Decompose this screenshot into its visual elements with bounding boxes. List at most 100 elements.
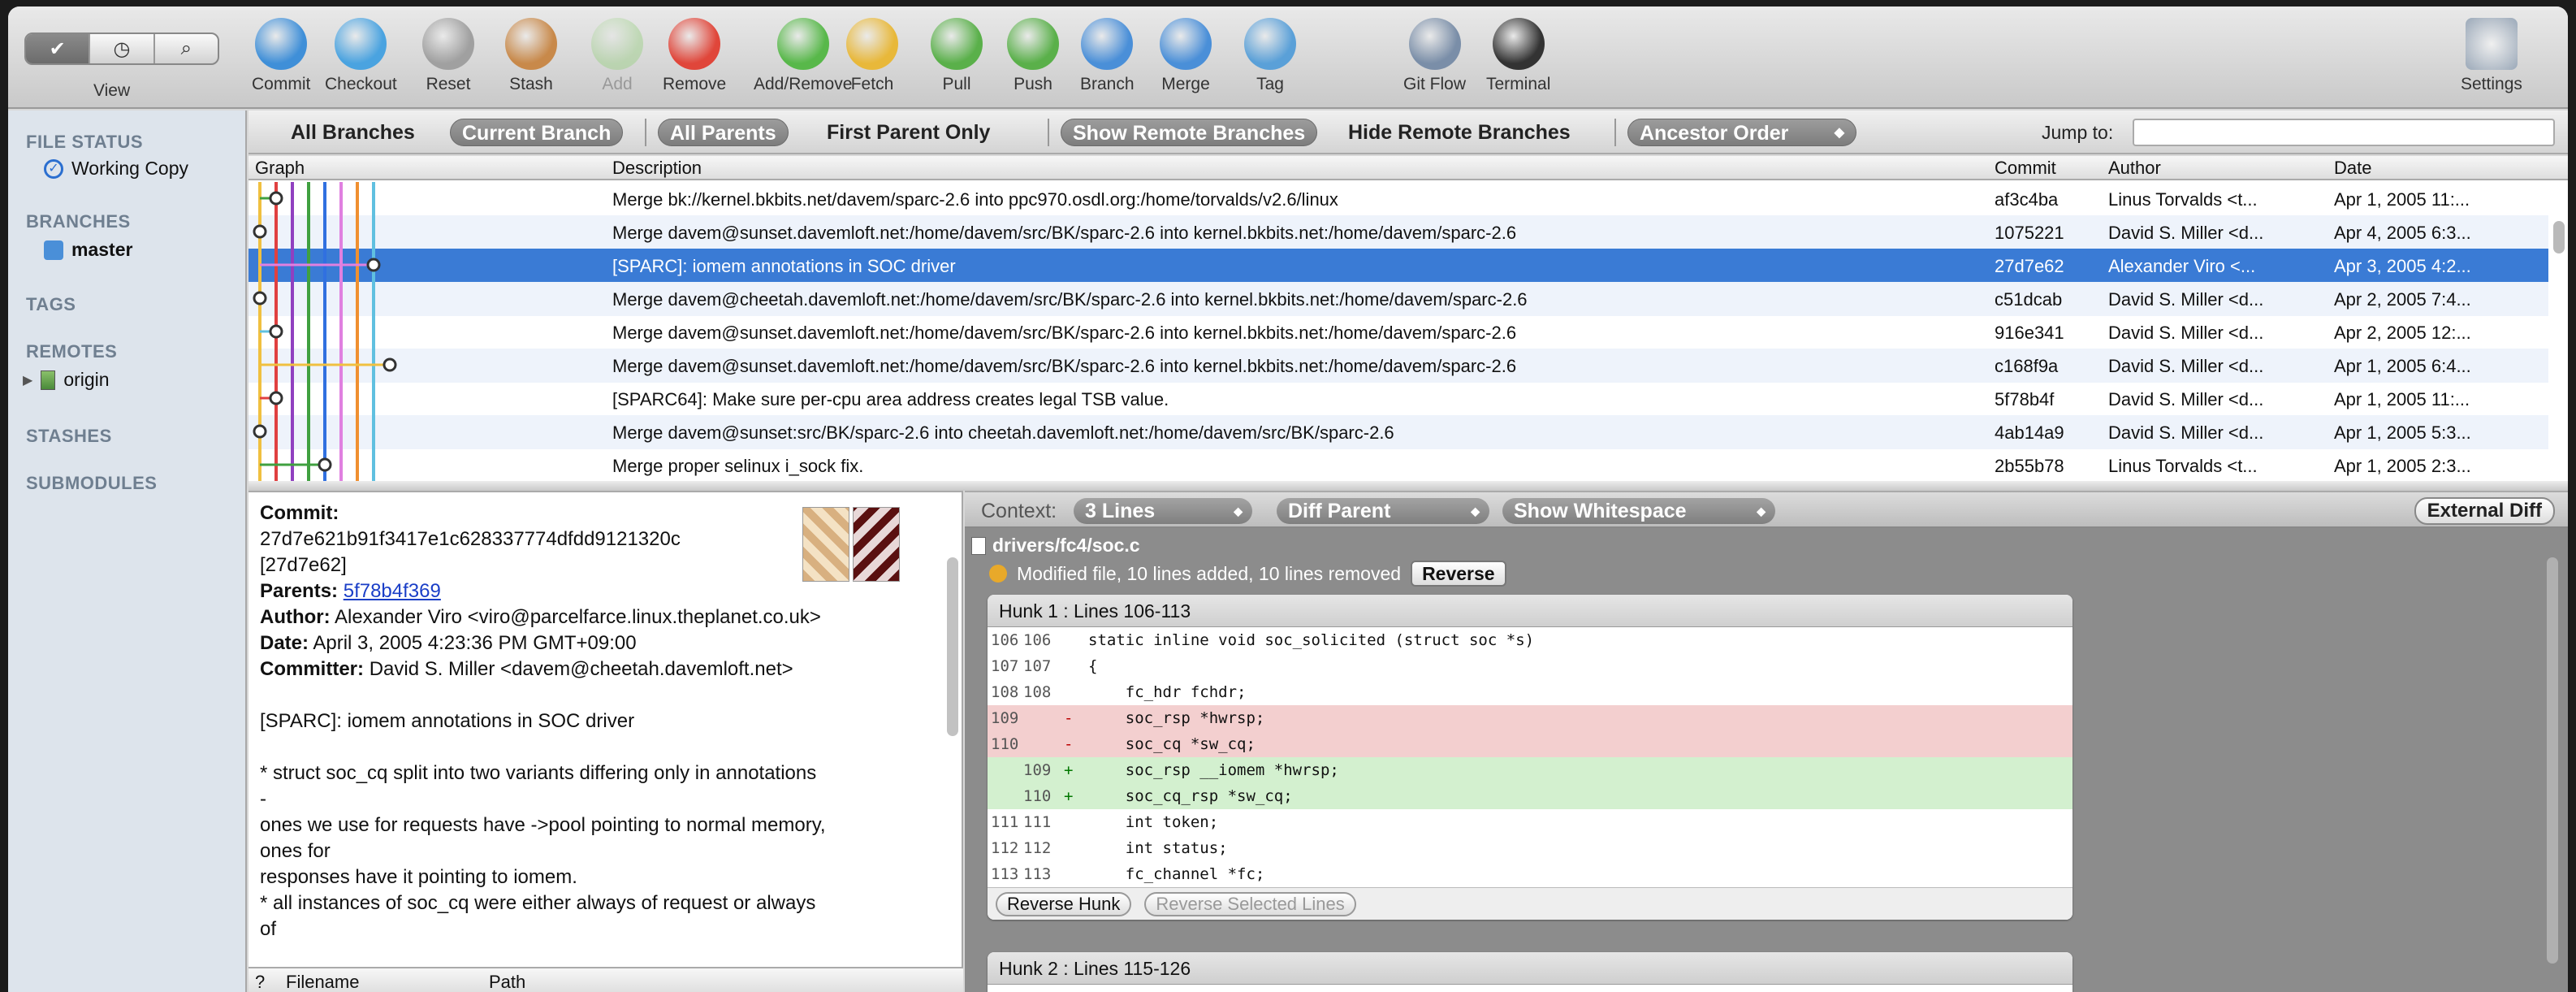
- author-value: Alexander Viro <viro@parcelfarce.linux.t…: [334, 606, 821, 628]
- context-select[interactable]: 3 Lines ◆: [1074, 498, 1252, 524]
- branch-button[interactable]: Branch: [1080, 18, 1135, 94]
- reverse-file-button[interactable]: Reverse: [1411, 561, 1506, 587]
- add-remove-button[interactable]: Add/Remove: [754, 18, 852, 94]
- diff-line[interactable]: 108 108 fc_hdr fchdr;: [988, 679, 2072, 705]
- graph-commit-node[interactable]: [253, 224, 267, 239]
- all-branches-button[interactable]: All Branches: [291, 119, 415, 146]
- remove-button[interactable]: Remove: [663, 18, 726, 94]
- history-row[interactable]: Merge davem@cheetah.davemloft.net:/home/…: [249, 282, 2548, 316]
- committer-value: David S. Miller <davem@cheetah.davemloft…: [369, 658, 793, 680]
- stash-button[interactable]: Stash: [505, 18, 557, 94]
- diff-line[interactable]: 113 113 fc_channel *fc;: [988, 861, 2072, 887]
- pull-button[interactable]: Pull: [931, 18, 983, 94]
- sidebar-item-working-copy[interactable]: ✓ Working Copy: [44, 158, 188, 180]
- column-header-graph[interactable]: Graph: [255, 158, 305, 179]
- details-scrollbar[interactable]: [947, 557, 958, 736]
- diff-line[interactable]: 107 107 {: [988, 653, 2072, 679]
- column-header-commit[interactable]: Commit: [1995, 158, 2056, 179]
- history-row[interactable]: [SPARC]: iomem annotations in SOC driver…: [249, 249, 2548, 283]
- split-divider[interactable]: [249, 481, 2568, 491]
- graph-commit-node[interactable]: [269, 191, 283, 206]
- sidebar-item-origin[interactable]: ▶ origin: [23, 369, 110, 391]
- column-header-filename[interactable]: Filename: [286, 972, 359, 992]
- disclosure-triangle-icon[interactable]: ▶: [23, 372, 32, 388]
- graph-commit-node[interactable]: [269, 391, 283, 405]
- reverse-hunk-button[interactable]: Reverse Hunk: [996, 891, 1132, 916]
- diff-new-line-number: 106: [1023, 631, 1052, 649]
- diff-code: soc_cq *sw_cq;: [1088, 735, 1256, 753]
- history-cell-author: Linus Torvalds <t...: [2108, 456, 2258, 476]
- sidebar-file-status-header[interactable]: FILE STATUS: [26, 132, 143, 153]
- diff-line[interactable]: 112 112 int status;: [988, 835, 2072, 861]
- fetch-button[interactable]: Fetch: [846, 18, 898, 94]
- history-row[interactable]: Merge davem@sunset.davemloft.net:/home/d…: [249, 315, 2548, 349]
- commit-button[interactable]: Commit: [252, 18, 310, 94]
- sidebar-remotes-header[interactable]: REMOTES: [26, 341, 117, 362]
- diff-line[interactable]: 110 + soc_cq_rsp *sw_cq;: [988, 783, 2072, 809]
- column-header-description[interactable]: Description: [612, 158, 702, 179]
- checkout-button[interactable]: Checkout: [325, 18, 397, 94]
- view-segmented-control[interactable]: ✔ ◷ ⌕: [24, 32, 219, 65]
- history-cell-description: Merge bk://kernel.bkbits.net/davem/sparc…: [612, 189, 1338, 210]
- history-row[interactable]: Merge davem@sunset.davemloft.net:/home/d…: [249, 349, 2548, 383]
- all-parents-button[interactable]: All Parents: [658, 119, 789, 146]
- diff-scrollbar[interactable]: [2547, 557, 2558, 964]
- reverse-selected-lines-button[interactable]: Reverse Selected Lines: [1144, 891, 1356, 916]
- add-button[interactable]: Add: [591, 18, 643, 94]
- hide-remote-branches-button[interactable]: Hide Remote Branches: [1348, 119, 1571, 146]
- history-cell-author: David S. Miller <d...: [2108, 356, 2264, 376]
- column-header-path[interactable]: Path: [489, 972, 525, 992]
- external-diff-button[interactable]: External Diff: [2414, 497, 2555, 525]
- history-row[interactable]: [SPARC64]: Make sure per-cpu area addres…: [249, 382, 2548, 416]
- terminal-icon: [1492, 18, 1545, 70]
- view-history-icon[interactable]: ◷: [90, 34, 155, 63]
- history-row[interactable]: Merge davem@sunset.davemloft.net:/home/d…: [249, 215, 2548, 249]
- tag-button[interactable]: Tag: [1244, 18, 1296, 94]
- diff-line[interactable]: 109 + soc_rsp __iomem *hwrsp;: [988, 757, 2072, 783]
- graph-commit-node[interactable]: [269, 324, 283, 339]
- diff-file-header[interactable]: drivers/fc4/soc.c: [971, 535, 1140, 557]
- diff-line[interactable]: 106 106 static inline void soc_solicited (…: [988, 627, 2072, 653]
- toolbar-button-label: Commit: [252, 75, 311, 93]
- sidebar-tags-header[interactable]: TAGS: [26, 294, 76, 315]
- sidebar-stashes-header[interactable]: STASHES: [26, 426, 112, 447]
- diff-line[interactable]: 111 111 int token;: [988, 809, 2072, 835]
- toolbar-button-label: Terminal: [1486, 75, 1551, 93]
- reset-button[interactable]: Reset: [422, 18, 474, 94]
- terminal-button[interactable]: Terminal: [1486, 18, 1550, 94]
- diff-parent-select[interactable]: Diff Parent ◆: [1277, 498, 1489, 524]
- graph-commit-node[interactable]: [383, 357, 397, 372]
- diff-change-marker: -: [1064, 709, 1074, 727]
- first-parent-only-button[interactable]: First Parent Only: [827, 119, 990, 146]
- history-scrollbar[interactable]: [2553, 221, 2565, 253]
- diff-line[interactable]: 109 - soc_rsp *hwrsp;: [988, 705, 2072, 731]
- merge-button[interactable]: Merge: [1160, 18, 1212, 94]
- column-header-author[interactable]: Author: [2108, 158, 2161, 179]
- show-remote-branches-button[interactable]: Show Remote Branches: [1061, 119, 1318, 146]
- parent-link[interactable]: 5f78b4f369: [344, 580, 441, 602]
- git-flow-button[interactable]: Git Flow: [1403, 18, 1466, 94]
- view-check-icon[interactable]: ✔: [26, 34, 91, 63]
- history-row[interactable]: Merge bk://kernel.bkbits.net/davem/sparc…: [249, 182, 2548, 216]
- settings-button[interactable]: Settings: [2461, 18, 2522, 94]
- graph-commit-node[interactable]: [318, 457, 332, 472]
- sidebar-submodules-header[interactable]: SUBMODULES: [26, 473, 157, 494]
- graph-commit-node[interactable]: [366, 258, 381, 272]
- graph-commit-node[interactable]: [253, 291, 267, 305]
- commit-message-line: ones we use for requests have ->pool poi…: [260, 814, 826, 836]
- history-row[interactable]: Merge davem@sunset:src/BK/sparc-2.6 into…: [249, 415, 2548, 449]
- push-button[interactable]: Push: [1007, 18, 1059, 94]
- sidebar-branches-header[interactable]: BRANCHES: [26, 211, 131, 232]
- jump-to-input[interactable]: [2133, 119, 2555, 146]
- view-search-icon[interactable]: ⌕: [155, 34, 218, 63]
- current-branch-button[interactable]: Current Branch: [450, 119, 624, 146]
- history-row[interactable]: Merge proper selinux i_sock fix. 2b55b78 L…: [249, 448, 2548, 481]
- graph-commit-node[interactable]: [253, 424, 267, 439]
- updown-arrows-icon: ◆: [1234, 505, 1243, 518]
- column-header-date[interactable]: Date: [2334, 158, 2371, 179]
- show-whitespace-select[interactable]: Show Whitespace ◆: [1502, 498, 1775, 524]
- diff-line[interactable]: 110 - soc_cq *sw_cq;: [988, 731, 2072, 757]
- column-header-status[interactable]: ?: [255, 972, 265, 992]
- ancestor-order-select[interactable]: Ancestor Order ◆: [1627, 119, 1856, 146]
- sidebar-item-master[interactable]: master: [44, 239, 132, 261]
